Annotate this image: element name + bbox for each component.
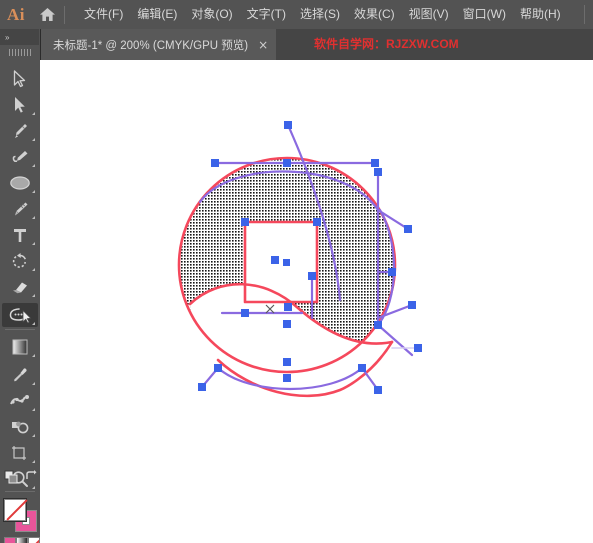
- fill-stroke-indicator: [4, 499, 37, 532]
- anchor-point: [283, 358, 291, 366]
- color-mode-swatches: [4, 537, 40, 543]
- anchor-point: [404, 225, 412, 233]
- menu-view[interactable]: 视图(V): [402, 0, 456, 29]
- anchor-point: [308, 272, 316, 280]
- document-canvas[interactable]: [40, 60, 593, 543]
- anchor-point: [284, 121, 292, 129]
- tool-paintbrush[interactable]: [2, 197, 38, 221]
- tool-curvature[interactable]: [2, 145, 38, 169]
- anchor-point: [371, 159, 379, 167]
- tool-ellipse[interactable]: [2, 171, 38, 195]
- menu-window[interactable]: 窗口(W): [456, 0, 513, 29]
- panel-drag-handle[interactable]: [0, 45, 39, 59]
- anchor-point: [284, 303, 292, 311]
- app-logo: Ai: [7, 4, 25, 24]
- none-swatch-button[interactable]: [28, 537, 40, 543]
- anchor-point: [241, 218, 249, 226]
- fill-stroke-shortcuts: [3, 469, 37, 490]
- menu-bar-right-divider: [584, 5, 585, 24]
- document-tab-bar: 未标题-1* @ 200% (CMYK/GPU 预览) × 软件自学网：RJZX…: [0, 29, 593, 60]
- anchor-point: [214, 364, 222, 372]
- close-icon[interactable]: ×: [258, 39, 268, 51]
- menu-effect[interactable]: 效果(C): [347, 0, 402, 29]
- menu-items: 文件(F) 编辑(E) 对象(O) 文字(T) 选择(S) 效果(C) 视图(V…: [77, 0, 568, 29]
- anchor-point: [283, 320, 291, 328]
- anchor-point: [374, 321, 382, 329]
- menu-edit[interactable]: 编辑(E): [130, 0, 184, 29]
- anchor-point: [408, 301, 416, 309]
- anchor-point: [198, 383, 206, 391]
- anchor-point: [283, 259, 290, 266]
- anchor-point: [241, 309, 249, 317]
- anchor-point: [358, 364, 366, 372]
- home-icon[interactable]: [32, 0, 62, 29]
- tool-selection[interactable]: [2, 67, 38, 91]
- anchor-point: [414, 344, 422, 352]
- fill-swatch[interactable]: [4, 499, 28, 521]
- document-tab-title: 未标题-1* @ 200% (CMYK/GPU 预览): [53, 39, 249, 52]
- gradient-swatch-button[interactable]: [16, 537, 28, 543]
- tool-artboard[interactable]: [2, 441, 38, 465]
- menu-file[interactable]: 文件(F): [77, 0, 130, 29]
- tool-rotate[interactable]: [2, 249, 38, 273]
- illustrator-window: Ai 文件(F) 编辑(E) 对象(O) 文字(T) 选择(S) 效果(C) 视…: [0, 0, 593, 543]
- menu-select[interactable]: 选择(S): [293, 0, 347, 29]
- anchor-point: [283, 374, 291, 382]
- artwork[interactable]: [40, 60, 593, 543]
- panel-expand-icon[interactable]: »: [0, 29, 39, 45]
- anchor-point: [211, 159, 219, 167]
- toolbar-divider-2: [5, 491, 35, 492]
- tool-direct-selection[interactable]: [2, 93, 38, 117]
- watermark-text: 软件自学网：RJZXW.COM: [314, 37, 459, 51]
- document-tab[interactable]: 未标题-1* @ 200% (CMYK/GPU 预览) ×: [41, 29, 277, 60]
- menu-help[interactable]: 帮助(H): [513, 0, 568, 29]
- tool-blend[interactable]: [2, 389, 38, 413]
- anchor-point: [313, 218, 321, 226]
- tool-type[interactable]: [2, 223, 38, 247]
- anchor-point: [374, 168, 382, 176]
- anchor-point: [374, 386, 382, 394]
- toolbar-divider-1: [5, 329, 35, 330]
- menu-divider: [64, 5, 65, 24]
- menu-object[interactable]: 对象(O): [184, 0, 239, 29]
- tools-panel: »: [0, 29, 41, 543]
- anchor-point: [271, 256, 279, 264]
- menu-type[interactable]: 文字(T): [240, 0, 293, 29]
- tool-eraser[interactable]: [2, 275, 38, 299]
- tool-pen[interactable]: [2, 119, 38, 143]
- anchor-point: [388, 268, 396, 276]
- tool-gradient[interactable]: [2, 335, 38, 359]
- tool-shape-builder[interactable]: [2, 415, 38, 439]
- tool-shaper[interactable]: [2, 303, 38, 327]
- tool-eyedropper[interactable]: [2, 363, 38, 387]
- anchor-point: [283, 159, 291, 167]
- menu-bar: Ai 文件(F) 编辑(E) 对象(O) 文字(T) 选择(S) 效果(C) 视…: [0, 0, 593, 29]
- color-swatch-button[interactable]: [4, 537, 16, 543]
